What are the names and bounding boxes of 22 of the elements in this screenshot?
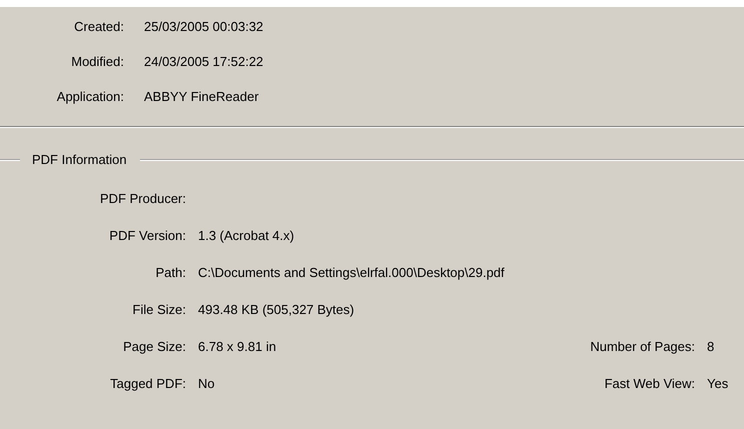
field-value: 25/03/2005 00:03:32 [144, 19, 264, 35]
field-value: Yes [707, 376, 730, 392]
field-value: 493.48 KB (505,327 Bytes) [198, 302, 356, 318]
field-value: 6.78 x 9.81 in [198, 339, 278, 355]
field-label: Modified: [70, 54, 124, 70]
group-title: PDF Information [31, 152, 128, 167]
field-label: File Size: [132, 302, 186, 318]
field-label: Path: [154, 265, 186, 281]
field-value: No [198, 376, 216, 392]
field-label: Fast Web View: [603, 376, 695, 392]
field-label: Page Size: [122, 339, 186, 355]
field-label: PDF Version: [108, 228, 186, 244]
field-value: C:\Documents and Settings\elrfal.000\Desktop\29.pdf [198, 265, 506, 281]
field-value: 8 [707, 339, 716, 355]
field-value: 1.3 (Acrobat 4.x) [198, 228, 296, 244]
field-label: Application: [56, 89, 124, 105]
field-label: Tagged PDF: [109, 376, 186, 392]
field-label: Created: [73, 19, 124, 35]
field-label: Number of Pages: [589, 339, 695, 355]
field-label: PDF Producer: [99, 191, 186, 207]
field-value: 24/03/2005 17:52:22 [144, 54, 264, 70]
field-value: ABBYY FineReader [144, 89, 260, 105]
